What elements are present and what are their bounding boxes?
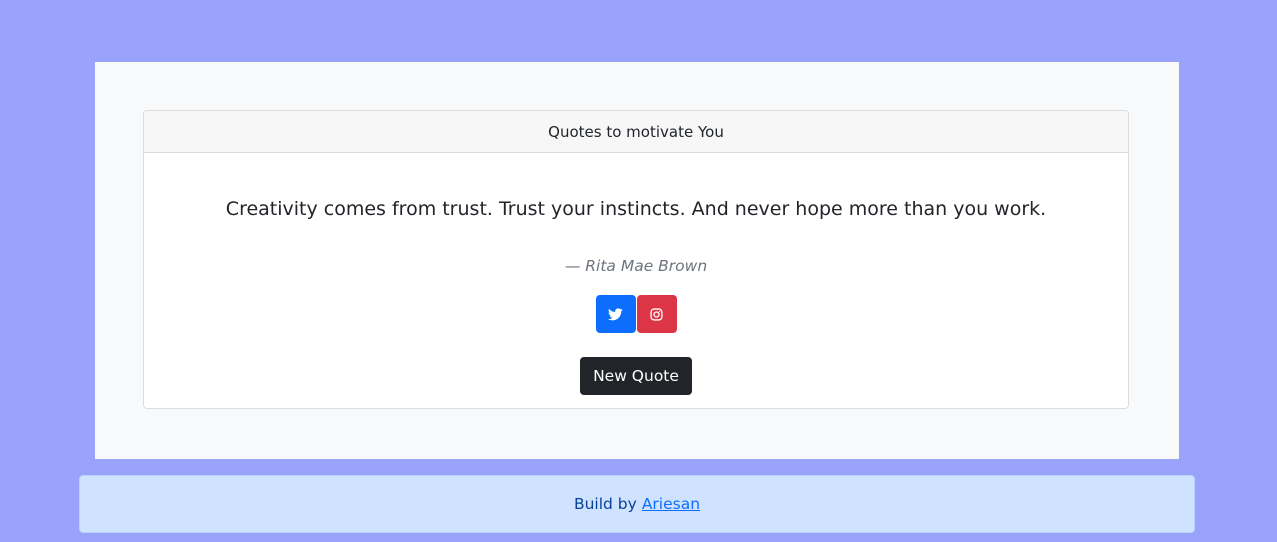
- main-panel: Quotes to motivate You Creativity comes …: [95, 62, 1179, 459]
- quote-card: Quotes to motivate You Creativity comes …: [143, 110, 1129, 409]
- quote-text: Creativity comes from trust. Trust your …: [225, 198, 1047, 220]
- twitter-icon: [608, 307, 623, 320]
- footer-prefix: Build by: [573, 495, 637, 513]
- instagram-icon: [650, 307, 663, 321]
- social-buttons: [144, 295, 1128, 333]
- footer-alert: Build by Ariesan: [79, 475, 1195, 533]
- instagram-share-button[interactable]: [636, 295, 677, 333]
- twitter-share-button[interactable]: [595, 295, 636, 333]
- author-link[interactable]: Ariesan: [642, 495, 700, 513]
- new-quote-button[interactable]: New Quote: [580, 357, 692, 395]
- card-body: Creativity comes from trust. Trust your …: [144, 153, 1128, 408]
- card-header-title: Quotes to motivate You: [548, 122, 724, 141]
- quote-author: — Rita Mae Brown: [564, 257, 708, 275]
- card-header: Quotes to motivate You: [144, 111, 1128, 153]
- new-quote-row: New Quote: [144, 357, 1128, 395]
